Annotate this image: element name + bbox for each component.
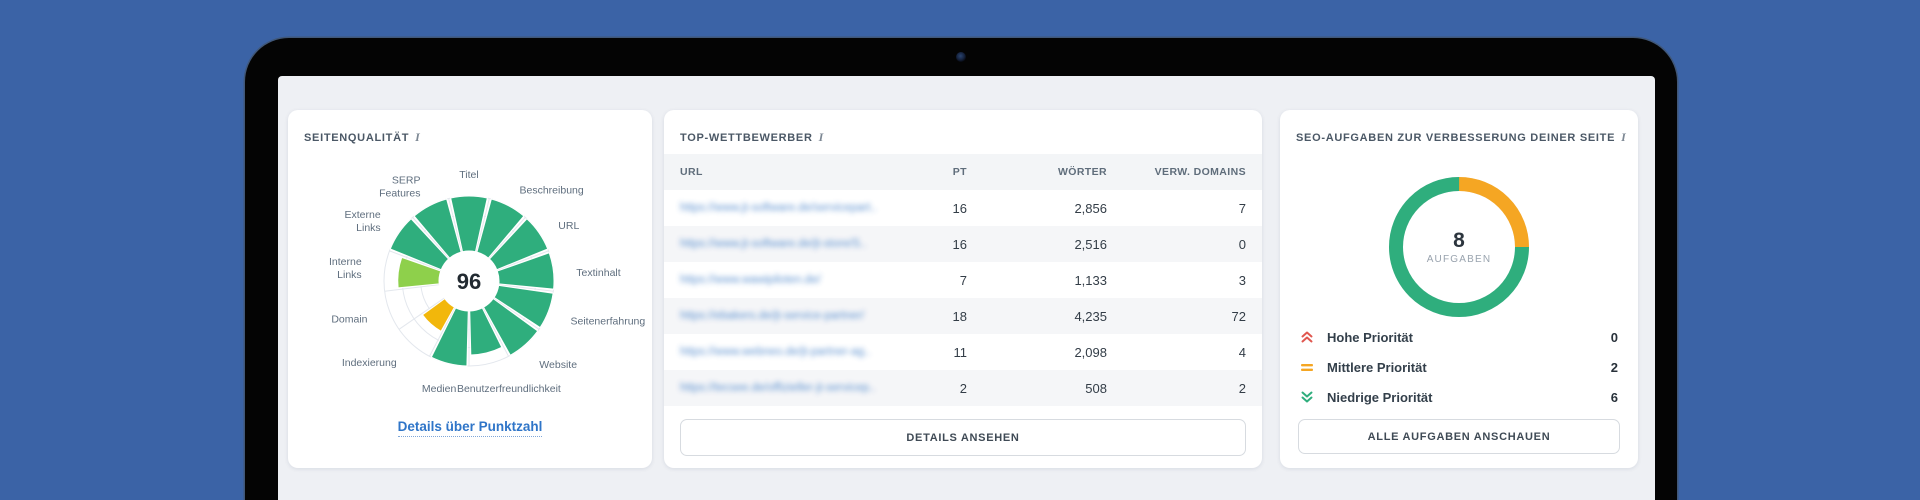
column-header-url: URL [680,166,703,178]
cell-words: 508 [1085,380,1107,396]
cell-domains: 72 [1231,308,1246,324]
cell-pt: 11 [953,344,968,360]
score-details-link[interactable]: Details über Punktzahl [397,419,543,437]
cell-pt: 7 [959,272,967,288]
donut-center: 8 AUFGABEN [1384,172,1534,322]
competitor-url-link[interactable]: https://www.jt-software.de/servicepart.. [680,202,890,214]
page-quality-polar-chart: 96 Titel Beschreibung URL Textinhalt Seitener… [329,169,646,395]
legend-label: Mittlere Priorität [1327,359,1427,375]
competitors-title: TOP-WETTBEWERBER i [680,130,824,145]
svg-text:96: 96 [457,269,481,294]
cell-domains: 4 [1238,344,1246,360]
svg-text:ExterneLinks: Externe Links [345,209,381,234]
cell-pt: 18 [952,308,967,324]
seo-tasks-title: SEO-AUFGABEN ZUR VERBESSERUNG DEINER SEI… [1296,130,1626,145]
legend-value: 2 [1610,359,1618,375]
cell-pt: 16 [952,236,967,252]
competitor-url-link[interactable]: https://www.jt-software.de/jt-store/S.. [680,238,890,250]
chevrons-down-icon [1300,390,1314,404]
dashboard-screen: SEITENQUALITÄT i 96 Titel Beschreibung URL Te… [278,76,1655,500]
competitor-url-link[interactable]: https://www.webneo.de/jt-partner-ag.. [680,346,890,358]
legend-row: Mittlere Priorität 2 [1300,352,1618,382]
cell-pt: 2 [959,380,967,396]
cell-domains: 3 [1238,272,1246,288]
hero-banner: SEITENQUALITÄT i 96 Titel Beschreibung URL Te… [0,0,1920,500]
cell-pt: 16 [952,200,967,216]
seo-tasks-card: SEO-AUFGABEN ZUR VERBESSERUNG DEINER SEI… [1280,110,1638,468]
table-row: https://ebakers.de/jt-service-partner/18… [664,298,1262,334]
tasks-donut-chart: 8 AUFGABEN [1384,172,1534,322]
svg-text:Benutzerfreundlichkeit: Benutzerfreundlichkeit [457,383,561,395]
webcam-dot [956,52,966,62]
legend-row: Hohe Priorität 0 [1300,322,1618,352]
legend-label: Niedrige Priorität [1327,389,1433,405]
table-row: https://www.jt-software.de/servicepart..… [664,190,1262,226]
page-quality-card: SEITENQUALITÄT i 96 Titel Beschreibung URL Te… [288,110,652,468]
tasks-count: 8 [1453,228,1465,252]
all-tasks-button[interactable]: ALLE AUFGABEN ANSCHAUEN [1298,419,1620,454]
svg-text:Beschreibung: Beschreibung [520,185,584,197]
seo-tasks-title-text: SEO-AUFGABEN ZUR VERBESSERUNG DEINER SEI… [1296,132,1616,144]
svg-text:Domain: Domain [331,314,367,326]
cell-words: 2,098 [1074,344,1107,360]
equals-icon [1300,360,1314,374]
svg-text:SERPFeatures: SERP Features [379,175,420,200]
tasks-count-label: AUFGABEN [1426,254,1492,266]
priority-legend: Hohe Priorität 0 Mittlere Priorität 2 Niedri… [1300,322,1618,412]
svg-text:Indexierung: Indexierung [342,357,397,369]
svg-text:Titel: Titel [459,169,478,181]
info-icon[interactable]: i [1621,130,1626,145]
competitors-title-text: TOP-WETTBEWERBER [680,132,813,144]
competitor-url-link[interactable]: https://tecsee.de/offizieller-jt-service… [680,382,890,394]
svg-text:Seitenerfahrung: Seitenerfahrung [571,316,646,328]
competitors-table-header: URL PT WÖRTER VERW. DOMAINS [664,154,1262,190]
table-row: https://www.wawipiloten.de/7 1,133 3 [664,262,1262,298]
competitors-table: URL PT WÖRTER VERW. DOMAINS https://www.… [664,154,1262,406]
legend-label: Hohe Priorität [1327,329,1413,345]
details-button[interactable]: DETAILS ANSEHEN [680,419,1246,456]
cell-words: 1,133 [1074,272,1107,288]
svg-text:Medien: Medien [422,383,457,395]
competitor-url-link[interactable]: https://ebakers.de/jt-service-partner/ [680,310,890,322]
table-row: https://www.webneo.de/jt-partner-ag.. 11 2… [664,334,1262,370]
cell-domains: 0 [1238,236,1246,252]
legend-value: 0 [1610,329,1618,345]
cell-words: 2,516 [1074,236,1107,252]
info-icon[interactable]: i [819,130,824,145]
column-header-woerter: WÖRTER [1057,166,1107,178]
table-row: https://tecsee.de/offizieller-jt-service… [664,370,1262,406]
laptop-frame: SEITENQUALITÄT i 96 Titel Beschreibung URL Te… [245,38,1677,500]
cell-words: 4,235 [1074,308,1107,324]
svg-text:Website: Website [539,359,577,371]
svg-text:URL: URL [558,220,579,232]
svg-text:InterneLinks: Interne Links [329,256,362,281]
cell-domains: 7 [1238,200,1246,216]
competitors-card: TOP-WETTBEWERBER i URL PT WÖRTER VERW. DO… [664,110,1262,468]
legend-row: Niedrige Priorität 6 [1300,382,1618,412]
table-row: https://www.jt-software.de/jt-store/S.. 1… [664,226,1262,262]
cell-domains: 2 [1238,380,1246,396]
competitor-url-link[interactable]: https://www.wawipiloten.de/ [680,274,890,286]
chevrons-up-icon [1300,330,1314,344]
competitors-table-body: https://www.jt-software.de/servicepart..… [664,190,1262,406]
svg-text:Textinhalt: Textinhalt [576,267,620,279]
column-header-verw-domains: VERW. DOMAINS [1154,166,1246,178]
column-header-pt: PT [952,166,967,178]
cell-words: 2,856 [1074,200,1107,216]
legend-value: 6 [1610,389,1618,405]
